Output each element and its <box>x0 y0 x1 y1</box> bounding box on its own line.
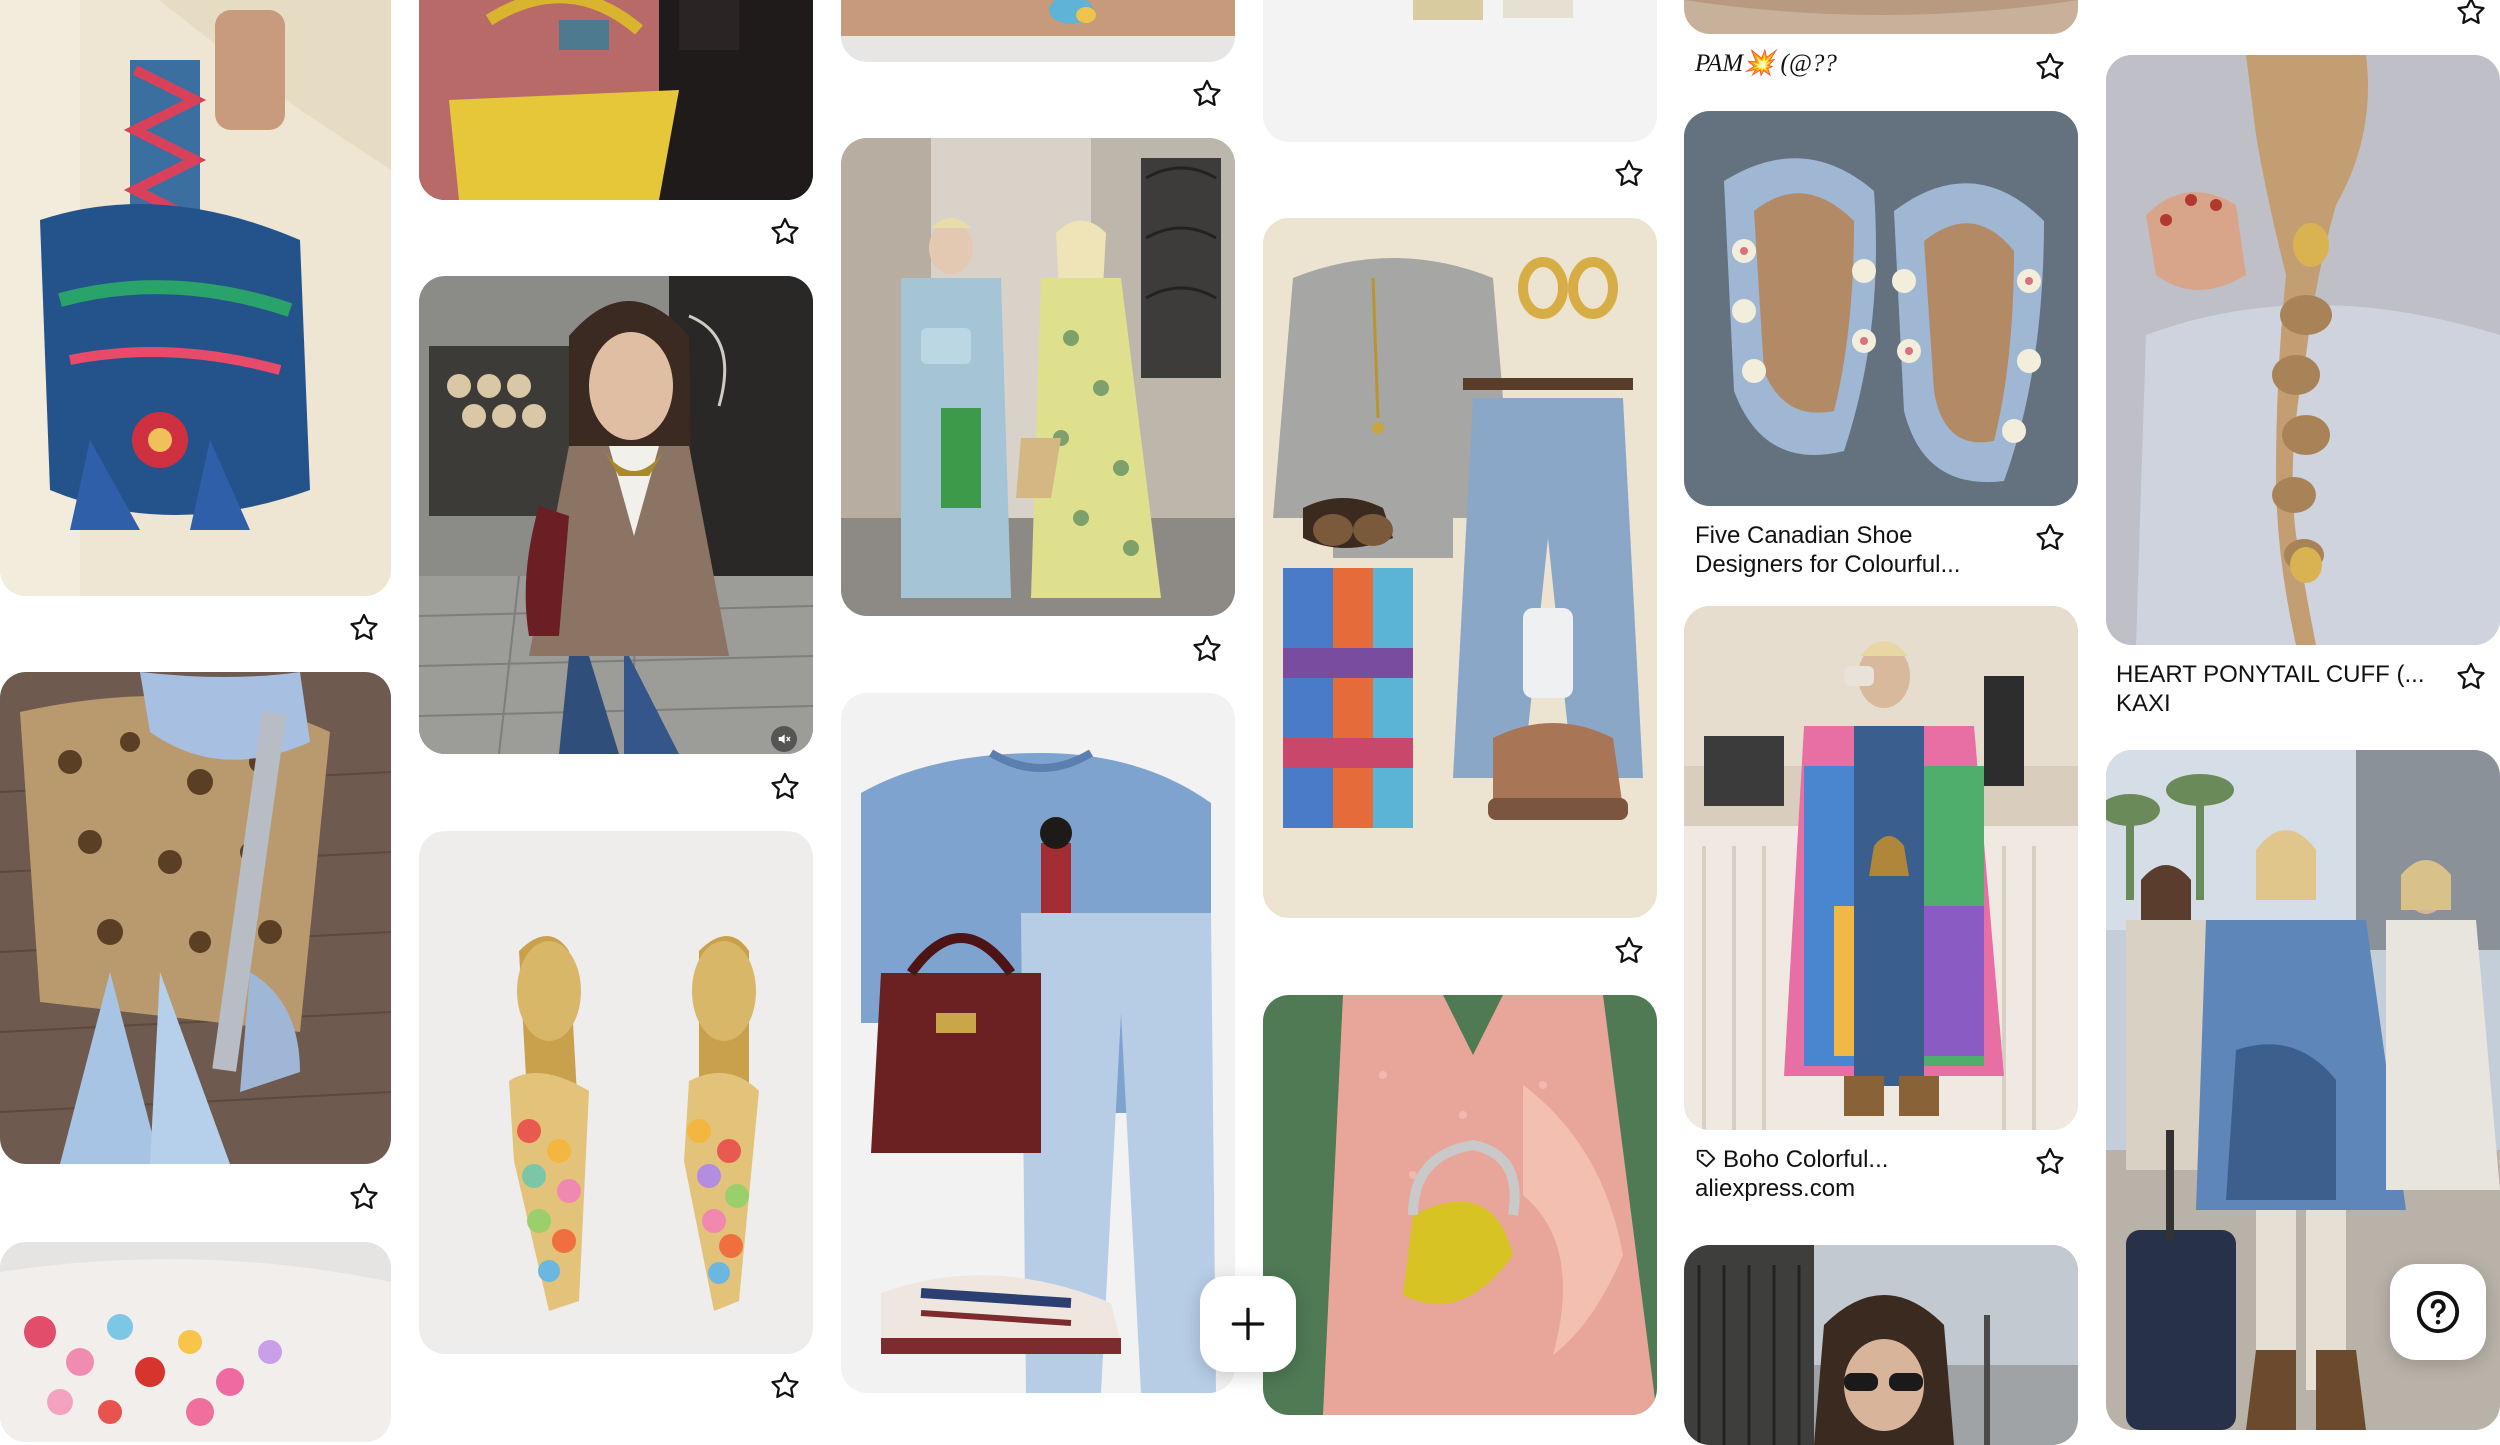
pin-title-with-tag: Boho Colorful... <box>1695 1145 1995 1174</box>
pin-source-domain[interactable]: aliexpress.com <box>1695 1174 1995 1203</box>
save-star-icon[interactable] <box>2030 1142 2070 1182</box>
pin-subtitle: Designers for Colourful... <box>1695 551 1961 578</box>
save-star-icon[interactable] <box>2451 0 2491 32</box>
save-star-icon[interactable] <box>2451 657 2491 697</box>
pin-image-yellow-tote[interactable] <box>419 0 813 200</box>
pin-image-leopard-jacket[interactable] <box>0 672 391 1164</box>
pin-image-beaded-cuffs[interactable] <box>0 1242 391 1442</box>
pin-image-embroidered-bucket-bag[interactable] <box>0 0 391 596</box>
save-star-icon[interactable] <box>1609 154 1649 194</box>
save-star-icon[interactable] <box>765 212 805 252</box>
pin-title: Five Canadian Shoe <box>1695 522 1913 549</box>
pin-image-beaded-heels[interactable] <box>419 831 813 1354</box>
pin-image-street-style-duo[interactable] <box>841 138 1235 616</box>
save-star-icon[interactable] <box>344 608 384 648</box>
pin-image-sandy-top[interactable] <box>1684 0 2078 34</box>
plus-icon <box>1231 1307 1265 1341</box>
muted-speaker-icon[interactable] <box>771 726 797 752</box>
pin-title: HEART PONYTAIL CUFF (... <box>2116 661 2425 688</box>
save-star-icon[interactable] <box>765 767 805 807</box>
pin-image-pink-sequin-dress[interactable] <box>1263 995 1657 1415</box>
create-pin-button[interactable] <box>1200 1276 1296 1372</box>
help-button[interactable] <box>2390 1264 2486 1360</box>
pin-image-gold-sandal[interactable] <box>841 0 1235 62</box>
pin-image-blue-sweater-flatlay[interactable] <box>841 693 1235 1393</box>
save-star-icon[interactable] <box>1609 931 1649 971</box>
save-star-icon[interactable] <box>1187 74 1227 114</box>
pin-image-grey-sweater-flatlay[interactable] <box>1263 218 1657 918</box>
pin-image-cream-shoes[interactable] <box>1263 0 1657 142</box>
pin-subtitle: KAXI <box>2116 690 2171 717</box>
pin-image-ruffle-shoes[interactable] <box>1684 111 2078 506</box>
pin-image-boho-cardigan[interactable] <box>1684 606 2078 1130</box>
pin-image-braid-ponytail[interactable] <box>2106 55 2500 645</box>
save-star-icon[interactable] <box>1187 629 1227 669</box>
save-star-icon[interactable] <box>344 1177 384 1217</box>
pin-caption-ruffle-shoes: Five Canadian Shoe Designers for Colourf… <box>1695 521 1995 579</box>
pin-title: Boho Colorful... <box>1723 1146 1889 1173</box>
save-star-icon[interactable] <box>2030 518 2070 558</box>
pin-caption-ponytail-cuff: HEART PONYTAIL CUFF (... KAXI <box>2116 660 2436 718</box>
pin-image-scarf-cardigan-video[interactable] <box>419 276 813 754</box>
pin-image-sunglasses-street[interactable] <box>1684 1245 2078 1445</box>
save-star-icon[interactable] <box>765 1366 805 1406</box>
question-mark-icon <box>2416 1290 2460 1334</box>
pin-caption-handle: PAM💥 (@?? <box>1695 50 1837 77</box>
pin-caption-boho-cardigan: Boho Colorful... aliexpress.com <box>1695 1145 1995 1203</box>
save-star-icon[interactable] <box>2030 47 2070 87</box>
tag-icon <box>1696 1149 1716 1168</box>
